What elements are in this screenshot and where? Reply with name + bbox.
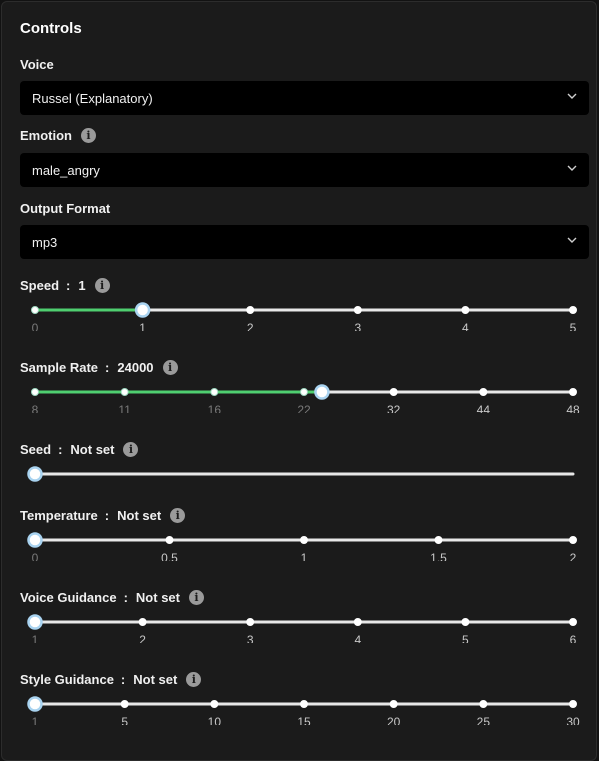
- slider-tick-mark: [353, 618, 362, 626]
- controls-panel: Controls Voice Russel (Explanatory) Emot…: [1, 1, 597, 761]
- slider-tick-mark: [461, 306, 470, 314]
- voice-guidance-slider[interactable]: 1 2 3 4 5 6: [2, 603, 599, 643]
- slider-tick-label: 3: [354, 321, 361, 331]
- slider-tick-label: 2: [247, 321, 254, 331]
- slider-thumb[interactable]: [27, 696, 43, 712]
- voice-select[interactable]: Russel (Explanatory): [20, 81, 589, 115]
- slider-tick-mark: [389, 700, 398, 708]
- voice-select-value: Russel (Explanatory): [32, 90, 153, 106]
- slider-tick-label: 44: [477, 403, 491, 413]
- slider-tick-mark: [569, 700, 577, 708]
- slider-tick-label: 4: [462, 321, 469, 331]
- speed-slider[interactable]: 0 1 2 3 4 5: [2, 291, 599, 331]
- slider-tick-mark: [461, 618, 470, 626]
- info-icon[interactable]: i: [81, 128, 96, 143]
- seed-slider[interactable]: [2, 455, 599, 495]
- slider-tick-label: 22: [297, 403, 311, 413]
- slider-tick-label: 5: [121, 715, 128, 725]
- temperature-slider[interactable]: 0 0.5 1 1.5 2: [2, 521, 599, 561]
- output-format-label: Output Format: [20, 201, 111, 216]
- slider-tick-label: 5: [570, 321, 577, 331]
- slider-tick-mark: [434, 536, 443, 544]
- slider-tick-label: 2: [139, 633, 146, 643]
- slider-tick-label: 1: [32, 633, 39, 643]
- slider-tick-label: 4: [354, 633, 361, 643]
- slider-thumb[interactable]: [27, 466, 43, 482]
- slider-tick-label: 1: [32, 715, 39, 725]
- slider-tick-mark: [569, 306, 577, 314]
- slider-tick-label: 0: [32, 321, 39, 331]
- slider-tick-label: 16: [208, 403, 222, 413]
- slider-tick-label: 25: [477, 715, 491, 725]
- slider-tick-mark: [569, 388, 577, 396]
- slider-tick-label: 0: [32, 551, 39, 561]
- slider-tick-mark: [246, 618, 255, 626]
- slider-tick-mark: [300, 536, 308, 544]
- slider-tick-mark: [353, 306, 362, 314]
- slider-tick-mark: [479, 388, 488, 396]
- slider-tick-mark: [210, 700, 219, 708]
- slider-tick-mark: [246, 306, 255, 314]
- slider-tick-mark: [569, 618, 577, 626]
- slider-tick-label: 15: [297, 715, 311, 725]
- slider-tick-label: 32: [387, 403, 401, 413]
- slider-tick-mark: [31, 388, 39, 396]
- slider-tick-label: 1.5: [430, 551, 447, 561]
- slider-tick-label: 1: [301, 551, 308, 561]
- sample-rate-slider[interactable]: 8 11 16 22 32 44 48: [2, 373, 599, 413]
- slider-tick-label: 6: [570, 633, 577, 643]
- slider-tick-mark: [569, 536, 577, 544]
- slider-thumb[interactable]: [27, 532, 43, 548]
- slider-tick-label: 3: [247, 633, 254, 643]
- slider-tick-mark: [479, 700, 488, 708]
- output-format-select-value: mp3: [32, 234, 58, 250]
- slider-tick-mark: [120, 388, 129, 396]
- slider-tick-mark: [120, 700, 129, 708]
- slider-tick-mark: [300, 388, 308, 396]
- slider-tick-mark: [138, 618, 147, 626]
- slider-tick-mark: [300, 700, 308, 708]
- slider-tick-label: 0.5: [161, 551, 178, 561]
- slider-tick-mark: [31, 306, 39, 314]
- slider-thumb[interactable]: [134, 302, 151, 318]
- output-format-select[interactable]: mp3: [20, 225, 589, 259]
- panel-title: Controls: [20, 20, 82, 37]
- chevron-down-icon: [567, 93, 577, 99]
- slider-tick-label: 10: [208, 715, 222, 725]
- emotion-select-value: male_angry: [32, 162, 100, 178]
- slider-tick-label: 5: [462, 633, 469, 643]
- slider-tick-label: 8: [32, 403, 39, 413]
- slider-tick-mark: [165, 536, 174, 544]
- slider-tick-label: 30: [566, 715, 580, 725]
- slider-tick-mark: [389, 388, 398, 396]
- chevron-down-icon: [567, 165, 577, 171]
- slider-tick-mark: [210, 388, 219, 396]
- slider-tick-label: 1: [139, 321, 146, 331]
- style-guidance-slider[interactable]: 1 5 10 15 20 25 30: [2, 685, 599, 725]
- voice-label: Voice: [20, 57, 54, 72]
- slider-tick-label: 2: [570, 551, 577, 561]
- slider-tick-label: 11: [118, 403, 131, 413]
- slider-thumb[interactable]: [314, 384, 330, 400]
- emotion-label: Emotion i: [20, 128, 96, 143]
- chevron-down-icon: [567, 237, 577, 243]
- slider-thumb[interactable]: [27, 614, 43, 630]
- slider-tick-label: 48: [566, 403, 580, 413]
- slider-tick-label: 20: [387, 715, 401, 725]
- emotion-select[interactable]: male_angry: [20, 153, 589, 187]
